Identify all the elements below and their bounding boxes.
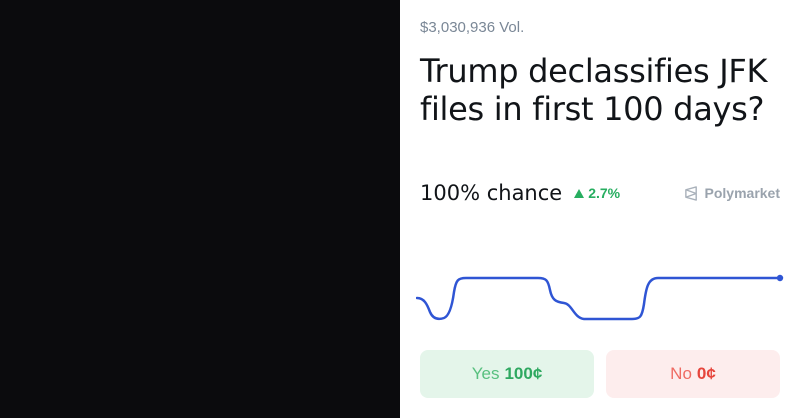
price-history-chart [416,274,784,321]
yes-price: 100¢ [504,364,543,383]
change-value: 2.7% [588,185,621,201]
no-label: No [670,364,692,383]
chance-value: 100% chance [420,181,563,205]
screen: $3,030,936 Vol. Trump declassifies JFK f… [0,0,800,418]
current-price-dot [776,274,784,282]
price-line [416,276,781,321]
change-indicator: 2.7% [574,185,620,201]
volume-label: $3,030,936 Vol. [420,19,525,36]
market-card: $3,030,936 Vol. Trump declassifies JFK f… [400,0,800,418]
source-brand[interactable]: Polymarket [684,185,780,201]
buy-no-button[interactable]: No 0¢ [606,350,780,398]
yes-label: Yes [471,364,500,383]
buy-yes-button[interactable]: Yes 100¢ [420,350,594,398]
left-dark-panel [0,0,400,418]
no-price: 0¢ [696,364,716,383]
chance-row: 100% chance 2.7% Polymarket [420,178,780,208]
source-label: Polymarket [704,185,780,201]
polymarket-logo-icon [684,185,697,201]
market-title[interactable]: Trump declassifies JFK files in first 10… [420,52,780,128]
triangle-up-icon [574,188,585,198]
